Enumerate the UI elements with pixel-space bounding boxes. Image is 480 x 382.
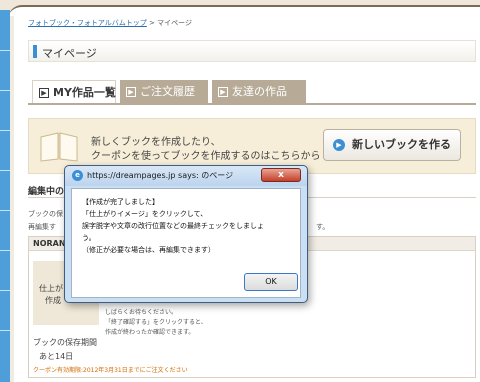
tab-order-history-label: ご注文履歴 xyxy=(140,85,195,98)
section-text-1: ブックの保 xyxy=(28,210,63,218)
tab-my-works[interactable]: ▶ MY作品一覧 xyxy=(32,80,116,104)
left-rail xyxy=(0,10,10,382)
square-arrow-icon: ▶ xyxy=(126,87,136,97)
dialog-line-3: 誤字脱字や文章の改行位置などの最終チェックをしましょ xyxy=(82,222,264,230)
dialog-line-4: う。 xyxy=(82,234,96,242)
alert-dialog: e https://dreampages.jp says: のページ x 【作成… xyxy=(64,165,308,303)
page-title-bar: マイページ xyxy=(28,40,476,62)
tab-order-history[interactable]: ▶ ご注文履歴 xyxy=(120,80,208,104)
page-title: マイページ xyxy=(42,47,97,60)
status-note-3: 作成が終わったか確認できます。 xyxy=(105,329,195,336)
thumb-label-2: 作成 xyxy=(45,296,61,305)
dialog-ok-button[interactable]: OK xyxy=(244,273,298,291)
tab-friends-works-label: 友達の作品 xyxy=(232,85,287,98)
days-left: あと14日 xyxy=(39,352,74,361)
tab-friends-works[interactable]: ▶ 友達の作品 xyxy=(212,80,306,104)
breadcrumb-current: マイページ xyxy=(157,19,193,27)
square-arrow-icon: ▶ xyxy=(39,88,49,98)
promo-line-1: 新しくブックを作成したり、 xyxy=(91,137,221,148)
status-note-2: 「終了確認する」をクリックすると、 xyxy=(105,319,207,326)
title-marker xyxy=(33,45,37,58)
dialog-line-2: 「仕上がりイメージ」をクリックして、 xyxy=(82,210,208,218)
section-text-2: 再編集す xyxy=(28,223,56,231)
dialog-line-1: 【作成が完了しました】 xyxy=(82,198,159,206)
section-text-3: す。 xyxy=(316,223,330,231)
work-item-name: NORAN xyxy=(33,239,66,248)
dialog-close-button[interactable]: x xyxy=(261,168,301,182)
arrow-right-icon: ▶ xyxy=(333,139,345,151)
section-heading: 編集中の xyxy=(28,187,65,197)
dialog-body: 【作成が完了しました】 「仕上がりイメージ」をクリックして、 誤字脱字や文章の改… xyxy=(71,188,301,298)
storage-period-label: ブックの保存期間 xyxy=(33,338,97,347)
square-arrow-icon: ▶ xyxy=(218,87,228,97)
tab-underline xyxy=(28,103,476,105)
dialog-titlebar: e https://dreampages.jp says: のページ x xyxy=(65,166,307,186)
coupon-expiry: クーポン有効期限:2012年3月31日までにご注文ください xyxy=(33,367,188,374)
ie-icon: e xyxy=(72,170,83,181)
new-book-button-label: 新しいブックを作る xyxy=(352,138,451,151)
dialog-line-5: （修正が必要な場合は、再編集できます） xyxy=(82,246,215,254)
new-book-button[interactable]: ▶ 新しいブックを作る xyxy=(323,129,461,161)
breadcrumb-link-top[interactable]: フォトブック・フォトアルバムトップ xyxy=(28,19,147,27)
tab-my-works-label: MY作品一覧 xyxy=(53,86,116,99)
open-book-icon xyxy=(40,132,78,162)
dialog-title: https://dreampages.jp says: のページ xyxy=(87,171,234,180)
status-note-1: しばらくお待ちください。 xyxy=(105,309,178,316)
left-edge xyxy=(10,16,14,382)
promo-line-2: クーポンを使ってブックを作成するのはこちらから xyxy=(91,151,321,162)
breadcrumb-separator: > xyxy=(149,19,155,27)
breadcrumb: フォトブック・フォトアルバムトップ > マイページ xyxy=(28,18,192,28)
